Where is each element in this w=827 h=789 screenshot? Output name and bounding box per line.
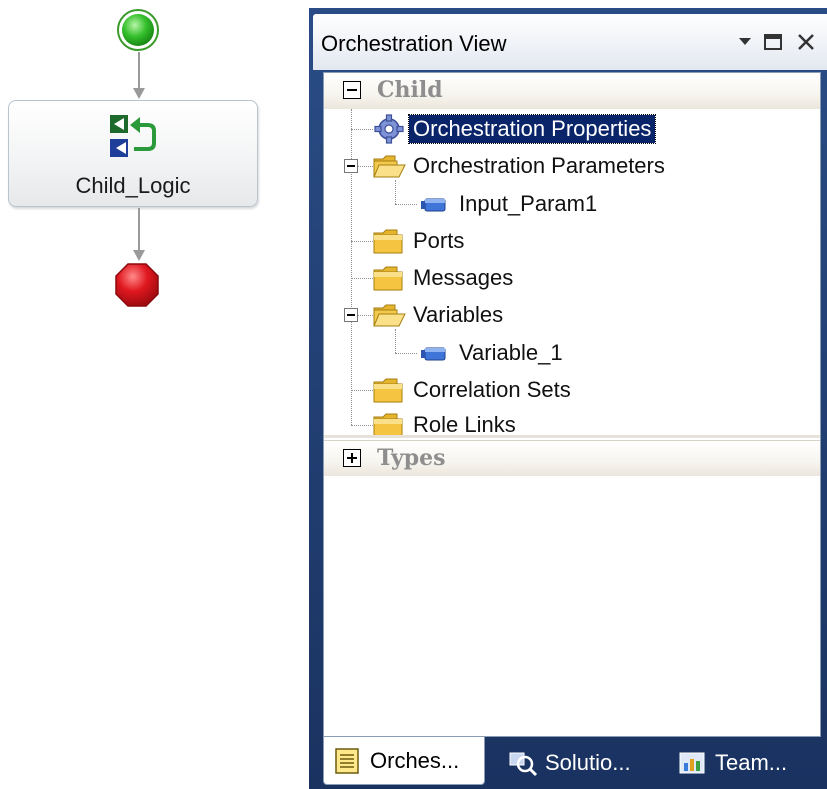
tree-item-label: Variable_1 xyxy=(459,340,563,365)
tree-line xyxy=(351,390,373,391)
tree-item-ports[interactable]: Ports xyxy=(371,224,468,258)
orchestration-designer-canvas: Child_Logic xyxy=(0,0,300,789)
tree-line xyxy=(351,425,373,426)
tab-label: Team... xyxy=(715,750,788,775)
window-position-dropdown-icon[interactable] xyxy=(735,30,755,54)
shape-label: Child_Logic xyxy=(75,173,191,198)
tab-solution-explorer[interactable]: Solutio... xyxy=(499,741,659,785)
tab-orchestration-view[interactable]: Orches... xyxy=(323,737,485,785)
folder-icon xyxy=(373,266,403,291)
collapse-variables-icon[interactable] xyxy=(344,308,358,322)
maximize-icon[interactable] xyxy=(761,30,785,54)
start-shape-icon[interactable] xyxy=(116,8,160,52)
close-icon[interactable] xyxy=(793,30,819,54)
panel-title-bar[interactable]: Orchestration View xyxy=(313,14,827,70)
tree-item-label: Messages xyxy=(413,265,514,290)
tree-item-label: Correlation Sets xyxy=(413,377,571,402)
folder-icon xyxy=(373,229,403,254)
tree-item-orchestration-properties[interactable]: Orchestration Properties xyxy=(371,112,657,146)
tree-line xyxy=(351,109,352,425)
tree-line xyxy=(395,329,396,353)
tree-item-input-param1[interactable]: Input_Param1 xyxy=(417,187,601,221)
expand-types-icon[interactable] xyxy=(343,449,361,467)
gear-icon xyxy=(374,114,404,144)
tree-line xyxy=(351,129,373,130)
tree-line xyxy=(351,278,373,279)
team-explorer-icon xyxy=(679,752,705,774)
orchestration-tree-content: Child Orchestration Properties Orchestra… xyxy=(323,72,821,737)
parameter-icon xyxy=(421,198,446,212)
panel-title: Orchestration View xyxy=(321,31,507,56)
orchestration-view-panel: Orchestration View Child Orchestration P… xyxy=(309,8,827,789)
tree-item-label: Input_Param1 xyxy=(459,191,598,216)
tree-item-label: Orchestration Parameters xyxy=(413,153,665,178)
tab-team-explorer[interactable]: Team... xyxy=(669,741,819,785)
connector-arrow xyxy=(133,52,145,99)
call-orchestration-shape[interactable]: Child_Logic xyxy=(8,100,258,207)
tree-item-orchestration-parameters[interactable]: Orchestration Parameters xyxy=(371,149,669,183)
tree-line xyxy=(395,353,417,354)
open-folder-icon xyxy=(373,155,406,178)
solution-explorer-icon xyxy=(509,752,538,777)
panel-tab-strip: Orches... Solutio... Team... xyxy=(323,737,821,789)
section-divider xyxy=(324,435,820,438)
tree-item-label: Variables xyxy=(413,302,504,327)
collapse-parameters-icon[interactable] xyxy=(344,159,358,173)
stop-shape-icon[interactable] xyxy=(114,262,160,308)
tree-item-correlation-sets[interactable]: Correlation Sets xyxy=(371,373,575,407)
tab-label: Orches... xyxy=(370,747,460,773)
connector-arrow xyxy=(133,208,145,261)
tree-line xyxy=(395,180,396,204)
tree-line xyxy=(395,204,417,205)
call-orchestration-icon xyxy=(110,115,156,157)
section-title-types: Types xyxy=(377,445,446,471)
variable-icon xyxy=(421,347,446,361)
tab-label: Solutio... xyxy=(545,750,631,775)
tree-item-variable-1[interactable]: Variable_1 xyxy=(417,336,567,370)
tree-item-label: Orchestration Properties xyxy=(407,114,657,144)
orchestration-tree: Orchestration Properties Orchestration P… xyxy=(324,73,820,438)
tree-item-label: Ports xyxy=(413,228,465,253)
tree-item-variables[interactable]: Variables xyxy=(371,298,507,332)
folder-icon xyxy=(373,378,403,403)
orchestration-view-icon xyxy=(335,747,359,774)
section-header-types[interactable]: Types xyxy=(324,440,820,476)
tree-item-messages[interactable]: Messages xyxy=(371,261,517,295)
tree-line xyxy=(351,241,373,242)
open-folder-icon xyxy=(373,304,406,327)
